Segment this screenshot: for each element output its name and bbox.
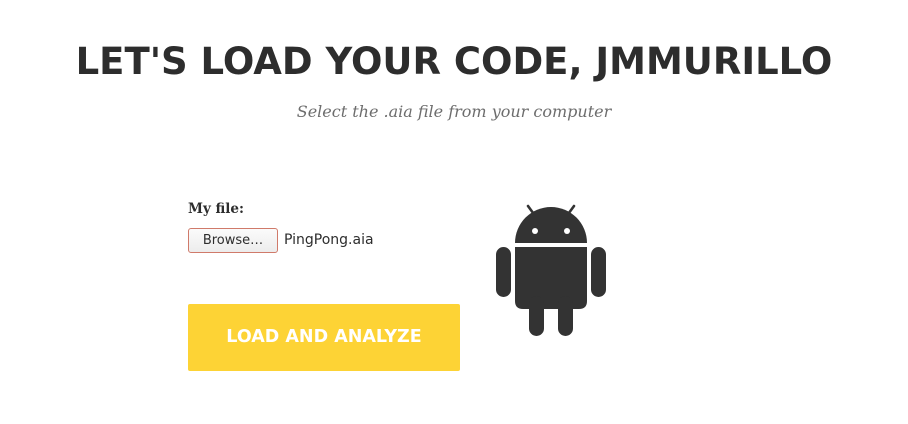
browse-button[interactable]: Browse… [188,228,278,253]
page-subtitle: Select the .aia file from your computer [296,102,612,121]
load-and-analyze-button[interactable]: LOAD AND ANALYZE [188,304,460,371]
page-title: LET'S LOAD YOUR CODE, JMMURILLO [75,40,833,83]
selected-file-name: PingPong.aia [284,232,374,248]
file-field-label: My file: [188,201,245,217]
android-robot-icon [496,204,606,336]
